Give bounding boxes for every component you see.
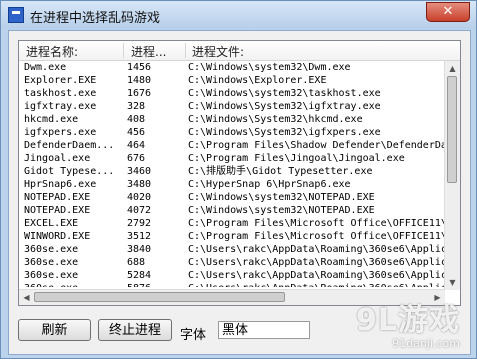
process-id-cell: 3480 (127, 179, 152, 190)
process-name-cell: igfxpers.exe (24, 127, 97, 138)
process-list[interactable]: 进程名称: 进程... 进程文件: Dwm.exe 1456 C:\Windows\… (18, 40, 461, 306)
process-file-cell: C:\Windows\system32\NOTEPAD.EXE (188, 192, 375, 203)
process-file-cell: C:\Program Files\Microsoft Office\OFFICE… (188, 218, 445, 229)
font-label: 字体 (180, 328, 207, 343)
process-name-cell: hkcmd.exe (24, 114, 79, 125)
scroll-up-arrow-icon[interactable]: ▲ (445, 61, 460, 76)
process-file-cell: C:\Windows\System32\igfxpers.exe (188, 127, 381, 138)
process-id-cell: 3512 (127, 231, 152, 242)
process-name-cell: DefenderDaem... (24, 140, 115, 151)
process-name-cell: Explorer.EXE (24, 75, 97, 86)
watermark-logo: 9L游戏 (356, 303, 460, 338)
process-file-cell: C:\Program Files\Jingoal\Jingoal.exe (188, 153, 405, 164)
table-row[interactable]: taskhost.exe 1676 C:\Windows\system32\task… (19, 87, 445, 100)
process-id-cell: 3840 (127, 244, 152, 255)
process-name-cell: Jingoal.exe (24, 153, 91, 164)
column-header-process-name[interactable]: 进程名称: (26, 43, 78, 60)
column-header-process-file[interactable]: 进程文件: (192, 43, 244, 60)
process-name-cell: igfxtray.exe (24, 101, 97, 112)
process-id-cell: 1480 (127, 75, 152, 86)
watermark-url: 91danji.com (392, 337, 460, 350)
process-name-cell: Dwm.exe (24, 62, 67, 73)
process-name-cell: HprSnap6.exe (24, 179, 97, 190)
process-file-cell: C:\HyperSnap 6\HprSnap6.exe (188, 179, 351, 190)
scroll-left-arrow-icon[interactable]: ◀ (19, 290, 34, 305)
process-name-cell: taskhost.exe (24, 88, 97, 99)
scroll-down-arrow-icon[interactable]: ▼ (445, 275, 460, 290)
process-file-cell: C:\Users\rakc\AppData\Roaming\360se6\App… (188, 244, 445, 255)
table-row[interactable]: DefenderDaem... 464 C:\Program Files\Shado… (19, 139, 445, 152)
table-row[interactable]: HprSnap6.exe 3480 C:\HyperSnap 6\HprSnap6.… (19, 178, 445, 191)
process-name-cell: 360se.exe (24, 244, 79, 255)
title-bar[interactable]: 在进程中选择乱码游戏 ✕ (1, 1, 476, 29)
close-button[interactable]: ✕ (426, 2, 470, 22)
vertical-scrollbar[interactable]: ▲ ▼ (444, 61, 460, 290)
process-name-cell: Gidot Typese... (24, 166, 115, 177)
refresh-button[interactable]: 刷新 (18, 319, 91, 341)
column-separator[interactable] (123, 43, 124, 58)
column-separator[interactable] (185, 43, 186, 58)
table-row[interactable]: WINWORD.EXE 3512 C:\Program Files\Microsof… (19, 230, 445, 243)
process-file-cell: C:\Program Files\Shadow Defender\Defende… (188, 140, 445, 151)
table-row[interactable]: EXCEL.EXE 2792 C:\Program Files\Microsoft … (19, 217, 445, 230)
table-row[interactable]: Jingoal.exe 676 C:\Program Files\Jingoal\J… (19, 152, 445, 165)
process-file-cell: C:\排版助手\Gidot Typesetter.exe (188, 166, 373, 177)
process-id-cell: 5876 (127, 282, 185, 287)
process-file-cell: C:\Windows\System32\igfxtray.exe (188, 101, 381, 112)
font-input[interactable]: 黑体 (218, 321, 310, 339)
process-file-cell: C:\Windows\system32\taskhost.exe (188, 88, 381, 99)
client-area: 进程名称: 进程... 进程文件: Dwm.exe 1456 C:\Windows\… (8, 30, 471, 355)
list-header: 进程名称: 进程... 进程文件: (19, 41, 460, 61)
list-rows: Dwm.exe 1456 C:\Windows\system32\Dwm.exe Ex… (19, 61, 445, 287)
site-watermark: 9L游戏 91danji.com (356, 303, 460, 351)
process-name-cell: NOTEPAD.EXE (24, 205, 91, 216)
process-name-cell: 360se.exe (24, 282, 117, 287)
table-row[interactable]: 360se.exe 688 C:\Users\rakc\AppData\Roamin… (19, 256, 445, 269)
table-row[interactable]: igfxpers.exe 456 C:\Windows\System32\igfxp… (19, 126, 445, 139)
table-row[interactable]: igfxtray.exe 328 C:\Windows\System32\igfxt… (19, 100, 445, 113)
window-title: 在进程中选择乱码游戏 (30, 11, 161, 26)
process-file-cell: C:\Users\rakc\AppData\Roaming\360se6\App… (188, 270, 445, 281)
process-id-cell: 4020 (127, 192, 152, 203)
table-row[interactable]: 360se.exe 5284 C:\Users\rakc\AppData\Roami… (19, 269, 445, 282)
end-process-button[interactable]: 终止进程 (98, 319, 172, 341)
process-id-cell: 1676 (127, 88, 152, 99)
process-file-cell: C:\Windows\system32\NOTEPAD.EXE (188, 205, 375, 216)
process-id-cell: 3460 (127, 166, 152, 177)
process-id-cell: 408 (127, 114, 146, 125)
process-id-cell: 456 (127, 127, 146, 138)
vertical-scroll-thumb[interactable] (447, 76, 457, 183)
horizontal-scroll-thumb[interactable] (34, 292, 285, 302)
table-row[interactable]: Dwm.exe 1456 C:\Windows\system32\Dwm.exe (19, 61, 445, 74)
process-name-cell: 360se.exe (24, 270, 79, 281)
process-id-cell: 1456 (127, 62, 152, 73)
column-header-process-id[interactable]: 进程... (131, 43, 166, 60)
process-file-cell: C:\Program Files\Microsoft Office\OFFICE… (188, 231, 445, 242)
table-row[interactable]: hkcmd.exe 408 C:\Windows\System32\hkcmd.ex… (19, 113, 445, 126)
table-row[interactable]: NOTEPAD.EXE 4020 C:\Windows\system32\NOTEP… (19, 191, 445, 204)
process-id-cell: 5284 (127, 270, 152, 281)
process-id-cell: 464 (127, 140, 146, 151)
process-picker-window: 在进程中选择乱码游戏 ✕ 进程名称: 进程... 进程文件: Dwm.exe 14… (0, 0, 477, 359)
process-id-cell: 688 (127, 257, 146, 268)
process-id-cell: 2792 (127, 218, 152, 229)
table-row[interactable]: Explorer.EXE 1480 C:\Windows\Explorer.EXE (19, 74, 445, 87)
process-name-cell: NOTEPAD.EXE (24, 192, 91, 203)
table-row[interactable]: 360se.exe 5876C:\Users\rakc\AppData\Roami… (19, 282, 445, 287)
process-id-cell: 676 (127, 153, 146, 164)
process-file-cell: C:\Windows\System32\hkcmd.exe (188, 114, 363, 125)
table-row[interactable]: Gidot Typese... 3460 C:\排版助手\Gidot Typeset… (19, 165, 445, 178)
process-file-cell: C:\Windows\system32\Dwm.exe (188, 62, 351, 73)
process-id-cell: 4072 (127, 205, 152, 216)
table-row[interactable]: NOTEPAD.EXE 4072 C:\Windows\system32\NOTEP… (19, 204, 445, 217)
process-file-cell: C:\Users\rakc\AppData\Roaming\360se6\App… (188, 257, 445, 268)
process-id-cell: 328 (127, 101, 146, 112)
process-name-cell: EXCEL.EXE (24, 218, 79, 229)
process-file-cell: C:\Users\rakc\AppData\Roaming\360se6\App… (188, 282, 445, 287)
process-name-cell: WINWORD.EXE (24, 231, 91, 242)
table-row[interactable]: 360se.exe 3840 C:\Users\rakc\AppData\Roami… (19, 243, 445, 256)
process-file-cell: C:\Windows\Explorer.EXE (188, 75, 327, 86)
process-name-cell: 360se.exe (24, 257, 79, 268)
app-icon (8, 7, 24, 23)
